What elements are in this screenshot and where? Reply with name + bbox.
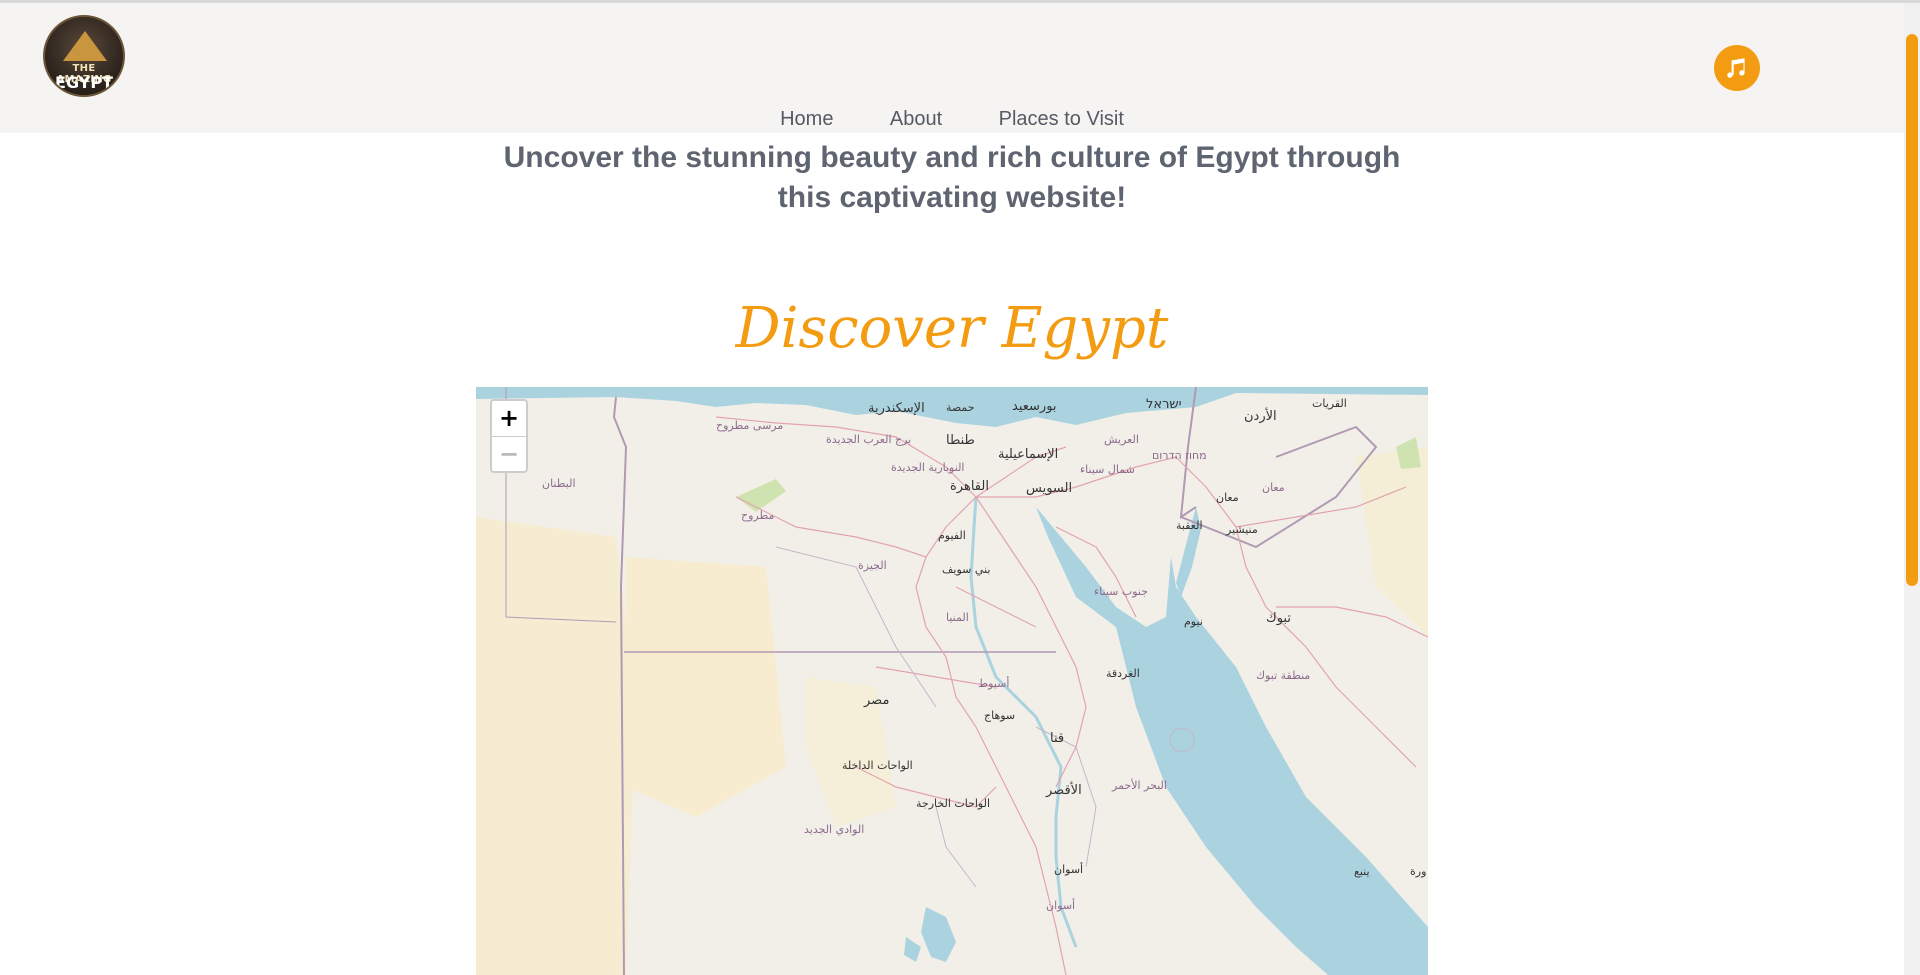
- map-label: القاهرة: [950, 479, 989, 494]
- map-label: طنطا: [946, 433, 975, 448]
- site-header: THE AMAZING EGYPT Home About Places to V…: [0, 3, 1904, 133]
- map-label: سوهاج: [984, 709, 1016, 722]
- music-toggle-button[interactable]: [1714, 45, 1760, 91]
- map-label: العقبة: [1176, 519, 1203, 532]
- map-label: الوادي الجديد: [804, 823, 865, 836]
- zoom-out-button[interactable]: −: [492, 437, 526, 472]
- nav-places-to-visit[interactable]: Places to Visit: [999, 108, 1124, 131]
- map-label: مرسى مطروح: [716, 419, 784, 432]
- pyramid-icon: [63, 31, 107, 61]
- map-label: أسيوط: [978, 677, 1010, 690]
- map-label: الجيزة: [858, 559, 887, 572]
- map-label: بورسعيد: [1012, 399, 1057, 414]
- map-label: السويس: [1026, 481, 1073, 496]
- map-label: العريش: [1104, 433, 1139, 446]
- map-label: مصر: [864, 693, 890, 708]
- nav-home[interactable]: Home: [780, 108, 833, 131]
- section-title: Discover Egypt: [735, 296, 1169, 361]
- egypt-map[interactable]: + − الإسكندرية مرسى مطروح حمصة بورسعيد ب…: [476, 387, 1428, 975]
- zoom-controls: + −: [490, 399, 528, 473]
- map-label: البحر الأحمر: [1112, 779, 1167, 792]
- map-label: أسوان: [1054, 863, 1084, 876]
- map-label: الإسكندرية: [868, 401, 925, 416]
- map-label: معان: [1216, 491, 1239, 504]
- map-label: منيشير: [1226, 523, 1258, 536]
- map-label: منطقة تبوك: [1256, 669, 1311, 682]
- music-note-icon: [1727, 58, 1745, 78]
- map-label: ישראל: [1146, 397, 1182, 412]
- hero-tagline: Uncover the stunning beauty and rich cul…: [503, 141, 1401, 214]
- map-label: برج العرب الجديدة: [826, 433, 912, 446]
- scrollbar-thumb[interactable]: [1906, 34, 1918, 586]
- map-label: شمال سيناء: [1080, 463, 1135, 476]
- map-label: الفيوم: [938, 529, 966, 542]
- map-label: القريات: [1312, 397, 1347, 410]
- map-label: تبوك: [1266, 611, 1291, 626]
- map-label: الإسماعيلية: [998, 447, 1059, 462]
- map-label: البطنان: [542, 477, 576, 490]
- map-label: مطروح: [741, 509, 775, 522]
- map-label: جنوب سيناء: [1094, 585, 1149, 598]
- map-label: حمصة: [946, 401, 975, 414]
- map-label: بني سويف: [942, 563, 991, 576]
- map-label: الواحات الداخلة: [842, 759, 913, 772]
- map-label: قنا: [1050, 731, 1065, 746]
- main-nav: Home About Places to Visit: [0, 108, 1904, 131]
- map-label: النوبارية الجديدة: [891, 461, 965, 474]
- map-label: المنيا: [946, 611, 969, 624]
- map-label: الأردن: [1244, 409, 1277, 424]
- map-label: ورة: [1410, 865, 1427, 878]
- map-label: معان: [1262, 481, 1285, 494]
- logo-line2: EGYPT: [55, 73, 113, 92]
- map-label: نيوم: [1184, 615, 1203, 628]
- map-label: الواحات الخارجة: [916, 797, 991, 810]
- map-label: ينبع: [1354, 865, 1370, 878]
- site-logo[interactable]: THE AMAZING EGYPT: [43, 15, 125, 97]
- zoom-in-button[interactable]: +: [492, 401, 526, 437]
- map-label: الغردقة: [1106, 667, 1140, 680]
- map-label: أسوان: [1046, 899, 1076, 912]
- map-label: מחוז הדרום: [1152, 449, 1207, 462]
- nav-about[interactable]: About: [890, 108, 942, 131]
- map-label: الأقصر: [1046, 783, 1082, 798]
